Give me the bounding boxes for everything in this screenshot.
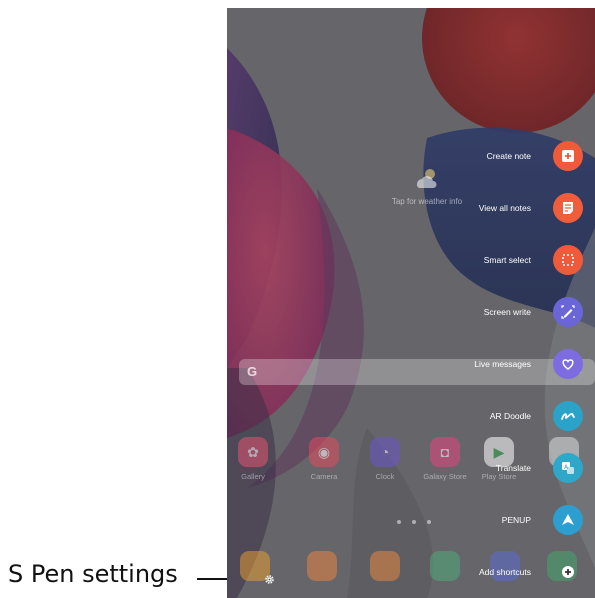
google-logo: G: [247, 364, 258, 379]
ar-doodle-icon: [553, 401, 583, 431]
app-gallery[interactable]: ✿ Gallery: [227, 437, 280, 481]
app-label: Camera: [310, 472, 338, 481]
page-indicator: [397, 520, 431, 524]
app-label: Gallery: [241, 472, 265, 481]
add-shortcuts-icon: [553, 557, 583, 587]
gallery-icon: ✿: [238, 437, 268, 467]
app-clock[interactable]: ◔ Clock: [358, 437, 412, 481]
air-command-translate[interactable]: Translate A: [496, 453, 583, 483]
smart-select-icon: [553, 245, 583, 275]
screen-write-label: Screen write: [483, 307, 531, 317]
air-command-penup[interactable]: PENUP: [502, 505, 583, 535]
air-command-ar-doodle[interactable]: AR Doodle: [490, 401, 583, 431]
app-label: Clock: [375, 472, 395, 481]
app-camera[interactable]: ◉ Camera: [297, 437, 351, 481]
view-all-notes-label: View all notes: [478, 203, 531, 213]
smart-select-label: Smart select: [483, 255, 531, 265]
live-messages-icon: [553, 349, 583, 379]
store-icon: ◘: [430, 437, 460, 467]
camera-icon: ◉: [309, 437, 339, 467]
calculator-icon[interactable]: [430, 551, 460, 581]
app-label: Galaxy Store: [423, 472, 467, 481]
weather-widget[interactable]: Tap for weather info: [367, 166, 487, 206]
air-command-screen-write[interactable]: Screen write: [484, 297, 583, 327]
create-note-label: Create note: [486, 151, 531, 161]
translate-icon: A: [553, 453, 583, 483]
air-command-live-messages[interactable]: Live messages: [474, 349, 583, 379]
weather-prompt: Tap for weather info: [391, 197, 463, 206]
penup-label: PENUP: [501, 515, 531, 525]
app-galaxy-store[interactable]: ◘ Galaxy Store: [418, 437, 472, 481]
view-notes-icon: [553, 193, 583, 223]
contacts-icon[interactable]: [370, 551, 400, 581]
add-shortcuts-label: Add shortcuts: [479, 567, 531, 577]
ar-doodle-label: AR Doodle: [489, 411, 531, 421]
weather-icon: [416, 169, 437, 188]
air-command-add-shortcuts[interactable]: Add shortcuts: [479, 557, 583, 587]
air-command-smart-select[interactable]: Smart select: [484, 245, 583, 275]
live-messages-label: Live messages: [474, 359, 531, 369]
translate-label: Translate: [495, 463, 531, 473]
s-pen-settings-caption: S Pen settings: [8, 560, 178, 588]
clock-icon: ◔: [370, 437, 400, 467]
penup-icon: [553, 505, 583, 535]
screen-write-icon: [553, 297, 583, 327]
tablet-screen: Tap for weather info G ✿ Gallery ◉ Camer…: [227, 8, 595, 598]
notes-icon[interactable]: [307, 551, 337, 581]
create-note-icon: [553, 141, 583, 171]
air-command-create-note[interactable]: Create note: [487, 141, 583, 171]
air-command-view-all-notes[interactable]: View all notes: [479, 193, 583, 223]
s-pen-settings-gear-icon[interactable]: [264, 574, 275, 585]
